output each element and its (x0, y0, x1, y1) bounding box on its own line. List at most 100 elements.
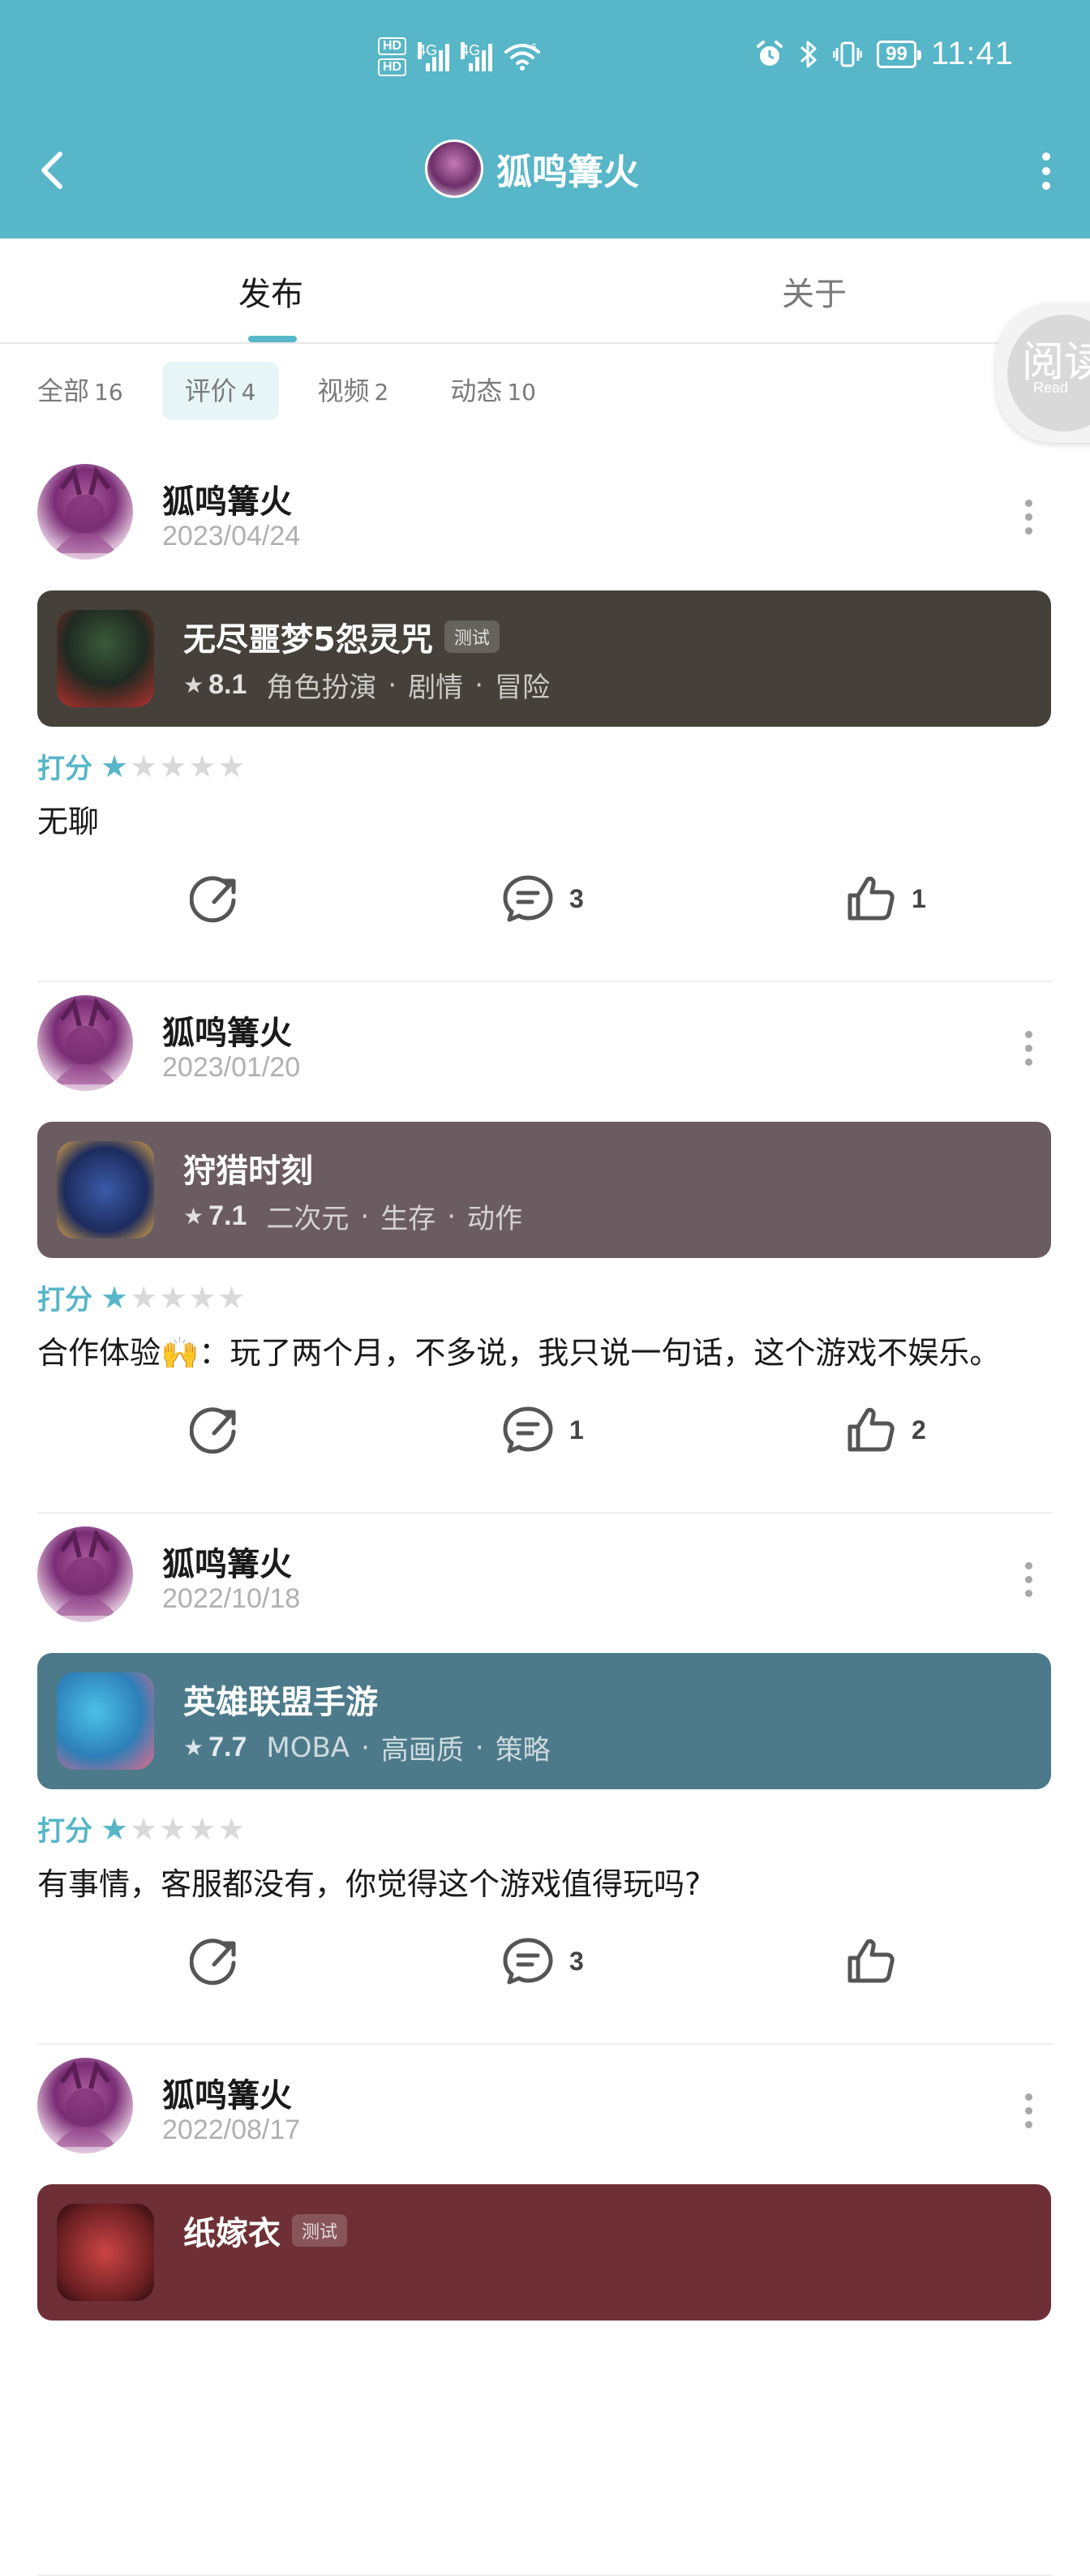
game-name: 无尽噩梦5怨灵咒 (183, 621, 433, 659)
share-icon (190, 1938, 236, 1986)
rating-label: 打分 (37, 1815, 92, 1848)
game-genre: 剧情 (408, 672, 464, 704)
avatar[interactable] (37, 2058, 133, 2153)
author-name[interactable]: 狐鸣篝火 (162, 1538, 292, 1585)
clock: 11:41 (930, 36, 1014, 71)
rating-label: 打分 (37, 1284, 92, 1316)
author-name[interactable]: 狐鸣篝火 (162, 475, 292, 522)
game-card[interactable]: 无尽噩梦5怨灵咒 测试 ★ 8.1 角色扮演 · 剧情 · 冒险 (37, 590, 1051, 727)
avatar[interactable] (425, 140, 483, 198)
more-options-icon[interactable] (1040, 152, 1053, 190)
game-card[interactable]: 英雄联盟手游 ★ 7.7 MOBA · 高画质 · 策略 (37, 1653, 1051, 1789)
avatar[interactable] (37, 464, 133, 560)
game-meta: ★ 8.1 角色扮演 · 剧情 · 冒险 (183, 665, 550, 705)
wifi-icon: 6 (504, 42, 541, 71)
share-button[interactable] (190, 1935, 242, 1987)
review-item[interactable]: 狐鸣篝火 2023/04/24 无尽噩梦5怨灵咒 测试 ★ 8.1 角色扮演 · 剧情 · 冒险 打分… (0, 451, 1090, 982)
like-button[interactable]: 1 (845, 873, 926, 925)
read-mode-button[interactable]: 阅读 Read (996, 303, 1090, 443)
filter-moments[interactable]: 动态 10 (427, 362, 559, 420)
rating-star-icon: ★ (159, 1810, 187, 1847)
share-button[interactable] (190, 1404, 242, 1456)
game-meta: ★ 7.1 二次元 · 生存 · 动作 (183, 1196, 522, 1236)
game-genre: 高画质 (380, 1734, 464, 1767)
tab-publish[interactable]: 发布 (238, 268, 303, 315)
rating-star-icon: ★ (188, 748, 217, 784)
filter-all[interactable]: 全部 16 (15, 362, 146, 420)
game-name: 英雄联盟手游 (183, 1684, 378, 1721)
rating: 打分 ★ ★ ★ ★ ★ (37, 746, 247, 786)
post-more-icon[interactable] (1025, 2093, 1035, 2129)
rating: 打分 ★ ★ ★ ★ ★ (37, 1277, 247, 1317)
like-button[interactable] (845, 1935, 897, 1987)
signal-icon-1: 4G (418, 42, 450, 71)
back-arrow-icon[interactable] (32, 146, 73, 195)
game-test-tag: 测试 (292, 2214, 348, 2247)
post-date: 2023/04/24 (162, 521, 301, 552)
author-name[interactable]: 狐鸣篝火 (162, 1007, 292, 1054)
navigation-bar: 狐鸣篝火 (0, 122, 1090, 219)
share-button[interactable] (190, 873, 242, 925)
rating-star-icon: ★ (130, 748, 158, 784)
review-item[interactable]: 狐鸣篝火 2023/01/20 狩猎时刻 ★ 7.1 二次元 · 生存 · 动作 打分 ★ ★ ★ ★ ★ 合作… (0, 982, 1090, 1513)
game-card[interactable]: 狩猎时刻 ★ 7.1 二次元 · 生存 · 动作 (37, 1122, 1051, 1258)
comment-button[interactable]: 3 (501, 873, 584, 925)
page-title: 狐鸣篝火 (425, 140, 639, 198)
game-genre: 动作 (467, 1203, 522, 1235)
review-list: 狐鸣篝火 2023/04/24 无尽噩梦5怨灵咒 测试 ★ 8.1 角色扮演 · 剧情 · 冒险 打分… (0, 451, 1090, 2576)
game-genre: 角色扮演 (266, 672, 377, 704)
thumbs-up-icon (848, 1938, 895, 1983)
filter-videos[interactable]: 视频 2 (295, 362, 412, 420)
rating-label: 打分 (37, 753, 92, 785)
comment-icon (503, 875, 553, 922)
hd-badge-2: HD (378, 58, 407, 76)
game-icon (57, 1141, 154, 1239)
genre-separator: · (388, 668, 397, 702)
post-date: 2022/08/17 (162, 2114, 301, 2145)
comment-icon (503, 1938, 553, 1985)
game-genre: MOBA (266, 1731, 350, 1764)
like-button[interactable]: 2 (845, 1404, 926, 1456)
game-card[interactable]: 纸嫁衣 测试 (37, 2184, 1051, 2321)
review-item[interactable]: 狐鸣篝火 2022/10/18 英雄联盟手游 ★ 7.7 MOBA · 高画质 · 策略 打分 ★ ★ ★… (0, 1513, 1090, 2045)
game-meta: ★ 7.7 MOBA · 高画质 · 策略 (183, 1728, 551, 1767)
game-score: 7.1 (208, 1200, 247, 1231)
genre-separator: · (360, 1200, 370, 1233)
tab-about[interactable]: 关于 (782, 268, 847, 315)
page-title-text: 狐鸣篝火 (496, 152, 639, 193)
rating-star-icon: ★ (101, 1810, 129, 1847)
review-text: 合作体验🙌：玩了两个月，不多说，我只说一句话，这个游戏不娱乐。 (37, 1335, 1001, 1371)
rating-star-icon: ★ (101, 748, 129, 784)
thumbs-up-icon (848, 876, 895, 921)
comment-button[interactable]: 1 (501, 1404, 584, 1456)
post-more-icon[interactable] (1025, 1562, 1035, 1598)
tab-bar: 发布 关于 (0, 238, 1090, 344)
rating: 打分 ★ ★ ★ ★ ★ (37, 1809, 247, 1848)
game-score: 7.7 (208, 1732, 247, 1762)
score-star-icon: ★ (183, 1203, 204, 1230)
game-name: 狩猎时刻 (183, 1153, 313, 1190)
post-date: 2023/01/20 (162, 1052, 301, 1083)
comment-count: 3 (569, 1946, 584, 1976)
read-badge-sub: Read (1033, 380, 1069, 396)
comment-count: 1 (569, 1415, 584, 1445)
post-more-icon[interactable] (1025, 1031, 1035, 1067)
review-item[interactable]: 狐鸣篝火 2022/08/17 纸嫁衣 测试 (0, 2045, 1090, 2576)
avatar[interactable] (37, 1526, 133, 1622)
system-indicators: 99 11:41 (755, 36, 1014, 72)
review-text: 有事情，客服都没有，你觉得这个游戏值得玩吗? (37, 1866, 702, 1902)
rating-star-icon: ★ (159, 748, 187, 784)
avatar[interactable] (37, 995, 133, 1091)
game-name: 纸嫁衣 (183, 2215, 281, 2252)
tab-active-indicator (248, 336, 297, 342)
filter-reviews[interactable]: 评价 4 (161, 362, 279, 420)
post-actions: 12 (0, 1404, 1090, 1469)
share-icon (190, 876, 236, 923)
post-date: 2022/10/18 (162, 1583, 301, 1614)
network-indicators: HD HD 4G 4G 6 (378, 37, 541, 76)
author-name[interactable]: 狐鸣篝火 (162, 2069, 292, 2116)
post-more-icon[interactable] (1025, 500, 1035, 535)
comment-button[interactable]: 3 (501, 1935, 584, 1987)
like-count: 1 (912, 883, 926, 913)
svg-text:6: 6 (531, 42, 537, 53)
